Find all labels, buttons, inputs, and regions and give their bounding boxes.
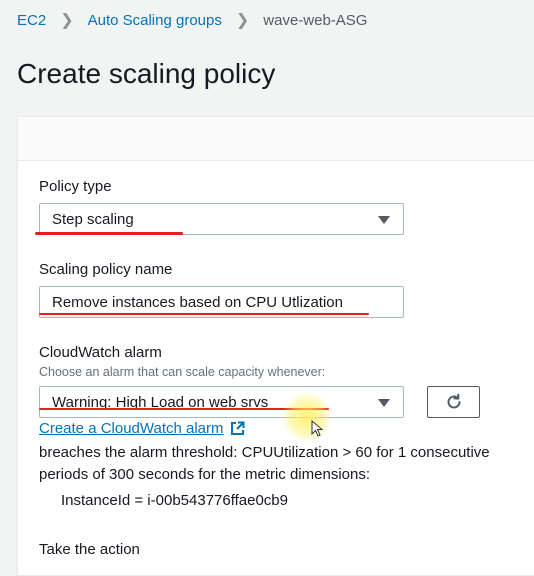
policy-form-panel: Policy type Step scaling Scaling policy … [17, 116, 534, 576]
cloudwatch-alarm-label: CloudWatch alarm [39, 344, 162, 361]
policy-name-value: Remove instances based on CPU Utlization [52, 293, 343, 311]
take-action-label: Take the action [39, 541, 140, 558]
cloudwatch-alarm-hint: Choose an alarm that can scale capacity … [39, 365, 326, 379]
create-alarm-link-label: Create a CloudWatch alarm [39, 420, 224, 437]
breadcrumb-auto-scaling-groups[interactable]: Auto Scaling groups [88, 12, 222, 29]
cloudwatch-alarm-select[interactable]: Warning: High Load on web srvs [39, 386, 404, 418]
chevron-right-icon: ❯ [235, 12, 250, 29]
policy-name-label: Scaling policy name [39, 261, 173, 278]
annotation-underline [39, 408, 329, 410]
policy-type-select[interactable]: Step scaling [39, 203, 404, 235]
alarm-dimension: InstanceId = i-00b543776ffae0cb9 [61, 492, 288, 509]
breadcrumb-current: wave-web-ASG [263, 11, 368, 29]
alarm-description-line: periods of 300 seconds for the metric di… [39, 466, 371, 483]
policy-type-value: Step scaling [52, 210, 134, 228]
alarm-description: breaches the alarm threshold: CPUUtiliza… [39, 442, 534, 486]
refresh-icon [447, 393, 460, 409]
caret-down-icon [378, 399, 390, 407]
mouse-pointer-icon [311, 420, 323, 437]
breadcrumb-ec2[interactable]: EC2 [17, 12, 46, 29]
policy-type-label: Policy type [39, 178, 112, 195]
page-title: Create scaling policy [17, 58, 276, 89]
chevron-right-icon: ❯ [60, 12, 74, 29]
create-cloudwatch-alarm-link[interactable]: Create a CloudWatch alarm [39, 420, 245, 437]
panel-header [18, 117, 534, 161]
annotation-underline [35, 232, 183, 235]
external-link-icon [230, 421, 245, 435]
caret-down-icon [378, 216, 390, 224]
alarm-description-line: breaches the alarm threshold: CPUUtiliza… [39, 444, 490, 461]
annotation-underline [39, 313, 369, 315]
breadcrumb: EC2 ❯ Auto Scaling groups ❯ wave-web-ASG [17, 10, 367, 30]
refresh-alarms-button[interactable] [427, 386, 480, 418]
